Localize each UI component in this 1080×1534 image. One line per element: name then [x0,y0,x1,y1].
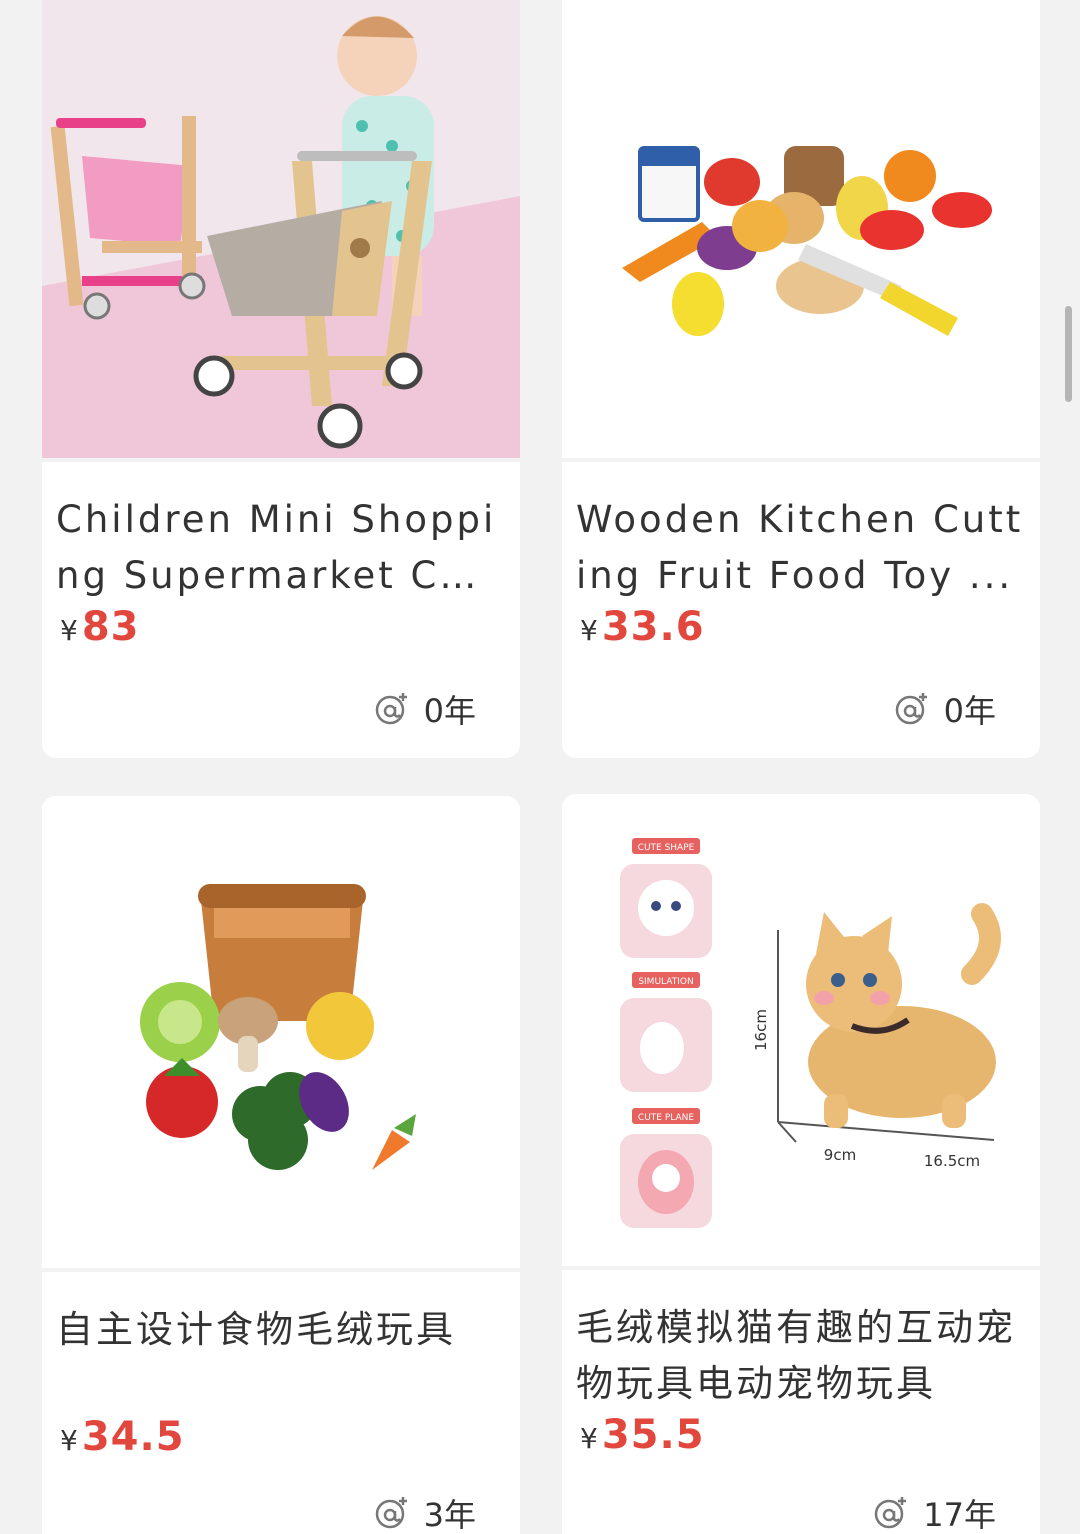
price-amount: 34.5 [81,1414,185,1460]
dimension-length: 16.5cm [924,1152,980,1170]
thumb-label-cute-shape: CUTE SHAPE [638,843,695,853]
currency-symbol: ¥ [60,1424,78,1457]
product-info: Children Mini Shopping Supermarket Ca...… [42,462,520,758]
feature-thumbnails: CUTE SHAPE SIMULATION CUTE PLANE [620,838,712,1228]
product-image[interactable] [42,0,520,462]
product-info: 自主设计食物毛绒玩具 ¥ 34.5 3年 [42,1272,520,1534]
product-price: ¥ 34.5 [56,1414,506,1474]
plush-food-basket-image [42,796,520,1268]
product-title: 毛绒模拟猫有趣的互动宠物玩具电动宠物玩具 [576,1306,1016,1405]
at-plus-icon [875,1497,907,1529]
product-card[interactable]: Children Mini Shopping Supermarket Ca...… [42,0,520,758]
product-image[interactable] [562,0,1040,462]
supplier-years: 17年 [873,1490,996,1534]
supplier-years: 0年 [374,686,476,732]
at-plus-icon [375,693,407,725]
kitchen-food-toy-image [562,0,1040,458]
product-image[interactable] [42,796,520,1272]
thumb-label-simulation: SIMULATION [638,977,693,987]
price-amount: 33.6 [601,604,705,650]
product-price: ¥ 35.5 [576,1412,1026,1472]
supplier-years: 0年 [894,686,996,732]
shopping-cart-toy-image [42,0,520,458]
product-card[interactable]: 自主设计食物毛绒玩具 ¥ 34.5 3年 [42,796,520,1534]
price-amount: 35.5 [601,1412,705,1458]
dimension-height: 16cm [752,1009,770,1051]
at-plus-icon [895,693,927,725]
plush-cat-toy-image: CUTE SHAPE SIMULATION CUTE PLANE 16cm 9c… [562,794,1040,1266]
price-amount: 83 [81,604,140,650]
currency-symbol: ¥ [580,1422,598,1455]
product-title: Wooden Kitchen Cutting Fruit Food Toy ..… [576,498,1024,597]
product-price: ¥ 33.6 [576,604,1026,664]
product-title: Children Mini Shopping Supermarket Ca... [56,498,497,597]
product-image[interactable]: CUTE SHAPE SIMULATION CUTE PLANE 16cm 9c… [562,794,1040,1270]
years-label: 0年 [423,692,476,730]
product-price: ¥ 83 [56,604,506,664]
years-label: 17年 [923,1496,996,1534]
dimension-width: 9cm [824,1146,856,1164]
product-card[interactable]: CUTE SHAPE SIMULATION CUTE PLANE 16cm 9c… [562,794,1040,1534]
years-label: 3年 [423,1496,476,1534]
at-plus-icon [375,1497,407,1529]
currency-symbol: ¥ [580,614,598,647]
years-label: 0年 [943,692,996,730]
product-title: 自主设计食物毛绒玩具 [56,1308,456,1351]
scrollbar[interactable] [1065,306,1072,402]
product-info: 毛绒模拟猫有趣的互动宠物玩具电动宠物玩具 ¥ 35.5 17年 [562,1270,1040,1534]
supplier-years: 3年 [374,1490,476,1534]
product-info: Wooden Kitchen Cutting Fruit Food Toy ..… [562,462,1040,758]
product-card[interactable]: Wooden Kitchen Cutting Fruit Food Toy ..… [562,0,1040,758]
currency-symbol: ¥ [60,614,78,647]
thumb-label-cute-plane: CUTE PLANE [638,1113,694,1123]
product-grid: Children Mini Shopping Supermarket Ca...… [0,0,1080,1534]
